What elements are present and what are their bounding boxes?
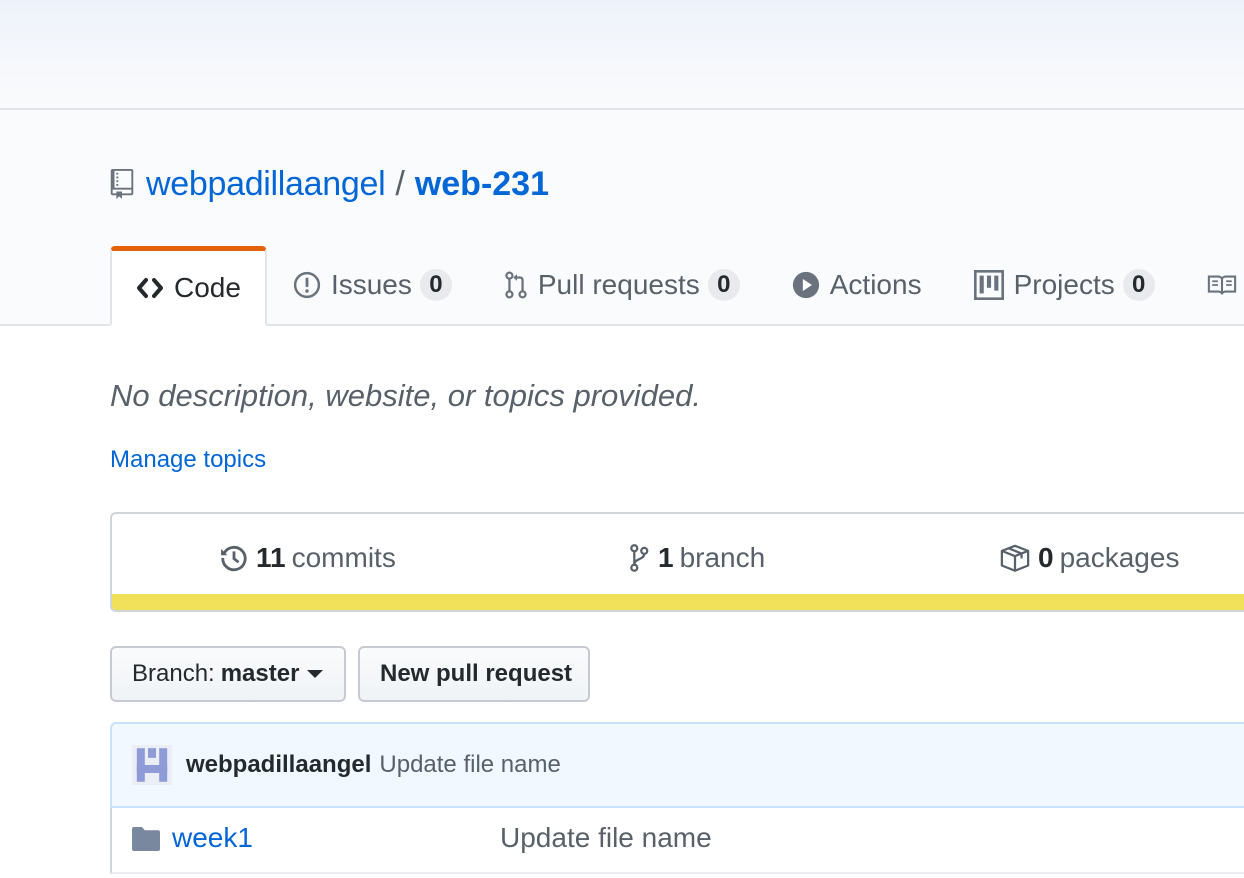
file-commit-message[interactable]: Update file name	[500, 822, 712, 854]
commit-author-link[interactable]: webpadillaangel	[186, 751, 371, 779]
projects-counter: 0	[1122, 269, 1155, 301]
tab-pull-requests-label: Pull requests	[537, 269, 700, 300]
packages-label: packages	[1059, 542, 1180, 573]
packages-stat[interactable]: 0 packages	[1000, 538, 1179, 578]
latest-commit-bar: webpadillaangel Update file name	[110, 722, 1244, 808]
file-name-link[interactable]: week1	[172, 822, 253, 854]
repo-nav-tabs: Code Issues 0 Pull requests 0 Actions Pr…	[110, 246, 1244, 326]
branches-stat[interactable]: 1 branch	[628, 538, 765, 578]
pull-request-icon	[505, 271, 527, 299]
language-bar[interactable]	[112, 594, 1244, 610]
site-header	[0, 0, 1244, 110]
branch-prefix: Branch:	[132, 660, 215, 687]
branch-name: master	[220, 660, 300, 687]
commits-count: 11	[256, 542, 286, 573]
repo-icon	[110, 169, 134, 199]
file-row: week1 Update file name	[110, 808, 1244, 874]
commits-stat[interactable]: 11 commits	[220, 538, 396, 578]
tab-pull-requests[interactable]: Pull requests 0	[478, 246, 766, 324]
tab-code[interactable]: Code	[110, 246, 267, 326]
code-icon	[137, 277, 163, 298]
tab-issues-label: Issues	[330, 269, 412, 300]
repo-name-link[interactable]: web-231	[415, 165, 549, 204]
commits-label: commits	[291, 542, 396, 573]
issue-icon	[293, 271, 321, 299]
avatar[interactable]	[132, 745, 172, 785]
manage-topics-link[interactable]: Manage topics	[110, 446, 266, 474]
commit-message-link[interactable]: Update file name	[379, 751, 560, 779]
tab-projects[interactable]: Projects 0	[948, 246, 1181, 324]
issues-counter: 0	[419, 269, 452, 301]
tab-actions-label: Actions	[829, 269, 922, 300]
folder-icon	[132, 827, 160, 851]
packages-count: 0	[1038, 542, 1054, 573]
repo-owner-link[interactable]: webpadillaangel	[146, 165, 386, 204]
pull-requests-counter: 0	[707, 269, 740, 301]
package-icon	[1000, 544, 1030, 572]
new-pull-request-label: New pull request	[380, 660, 573, 687]
repo-summary: 11 commits 1 branch 0 packages	[110, 512, 1244, 612]
project-icon	[973, 270, 1004, 300]
branches-count: 1	[658, 542, 674, 573]
branch-select-button[interactable]: Branch: master	[110, 646, 346, 702]
repo-title: webpadillaangel / web-231	[110, 162, 549, 206]
tab-issues[interactable]: Issues 0	[267, 246, 478, 324]
tab-projects-label: Projects	[1013, 269, 1115, 300]
new-pull-request-button[interactable]: New pull request	[358, 646, 590, 702]
tab-code-label: Code	[174, 271, 241, 303]
tab-wiki[interactable]: Wi	[1181, 246, 1244, 324]
branch-icon	[630, 544, 649, 572]
book-icon	[1207, 275, 1236, 295]
play-icon	[792, 271, 819, 299]
branches-label: branch	[679, 542, 766, 573]
history-icon	[221, 545, 247, 572]
tab-actions[interactable]: Actions	[766, 246, 948, 324]
repo-separator: /	[395, 164, 405, 203]
caret-down-icon	[307, 670, 324, 678]
repo-description: No description, website, or topics provi…	[110, 378, 702, 413]
